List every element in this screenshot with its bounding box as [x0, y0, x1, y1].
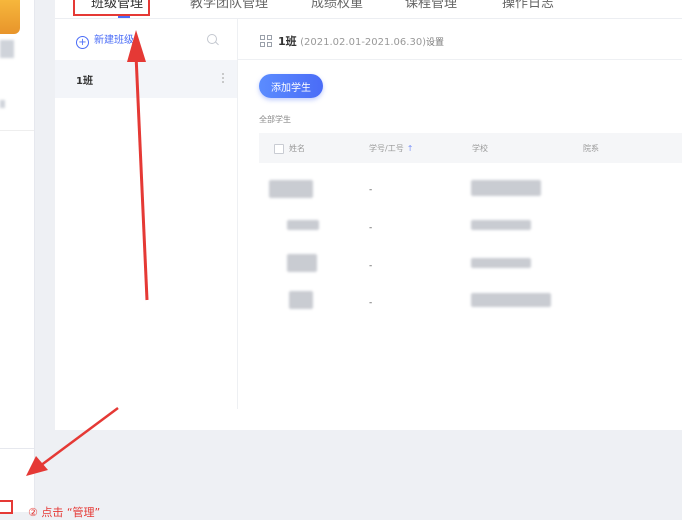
student-id-cell: - — [369, 185, 373, 195]
more-options-icon[interactable] — [222, 73, 225, 85]
course-thumbnail[interactable] — [0, 0, 20, 34]
class-icon — [260, 35, 272, 47]
annotation-text: ② 点击 “管理” — [28, 506, 101, 519]
new-class-button[interactable]: + 新建班级 — [76, 33, 134, 49]
plus-circle-icon: + — [76, 36, 89, 49]
blurred-course-meta — [0, 100, 5, 108]
blurred-school — [471, 293, 551, 307]
app-sidebar — [0, 0, 35, 514]
active-tab-indicator — [118, 16, 130, 18]
tab-highlight-box — [73, 0, 150, 16]
class-title: 1班 (2021.02.01-2021.06.30) — [278, 33, 426, 49]
sidebar-divider — [0, 130, 34, 131]
student-id-cell: - — [369, 261, 373, 271]
main-card: + 新建班级 1班 1班 (2021.02.01-2021.06.30) 设置 添… — [55, 19, 682, 430]
blurred-course-name — [0, 40, 14, 58]
class-list-panel: + 新建班级 1班 — [55, 19, 238, 409]
section-label: 全部学生 — [259, 115, 291, 124]
blurred-student-name — [269, 180, 313, 198]
blurred-school — [471, 220, 531, 230]
blurred-student-name — [287, 220, 319, 230]
column-header-id[interactable]: 学号/工号 ↑ — [369, 143, 413, 154]
sidebar-bottom-divider — [0, 448, 34, 449]
class-list-item[interactable]: 1班 — [55, 60, 237, 98]
add-student-button[interactable]: 添加学生 — [259, 74, 323, 98]
tab-bar: 班级管理 教学团队管理 成绩权重 课程管理 操作日志 — [55, 0, 682, 19]
blurred-school — [471, 258, 531, 268]
tab-operation-log[interactable]: 操作日志 — [502, 0, 554, 14]
blurred-student-name — [287, 254, 317, 272]
blurred-school — [471, 180, 541, 196]
table-row[interactable]: - — [259, 170, 682, 207]
search-icon[interactable] — [207, 34, 217, 44]
student-id-cell: - — [369, 298, 373, 308]
new-class-label: 新建班级 — [94, 35, 134, 46]
table-row[interactable]: - — [259, 208, 682, 245]
tab-course-management[interactable]: 课程管理 — [405, 0, 457, 14]
table-row[interactable]: - — [259, 283, 682, 320]
table-row[interactable]: - — [259, 246, 682, 283]
tab-grade-weights[interactable]: 成绩权重 — [311, 0, 363, 14]
student-id-cell: - — [369, 223, 373, 233]
class-date-range: (2021.02.01-2021.06.30) — [300, 37, 427, 48]
select-all-checkbox[interactable] — [274, 144, 284, 154]
column-header-school: 学校 — [472, 144, 488, 153]
column-header-department: 院系 — [583, 144, 599, 153]
table-header: 姓名 学号/工号 ↑ 学校 院系 — [259, 133, 682, 163]
header-divider — [238, 59, 682, 60]
class-name: 1班 — [278, 35, 297, 48]
sort-arrow-icon[interactable]: ↑ — [407, 144, 414, 153]
class-item-label: 1班 — [76, 76, 93, 87]
tab-teaching-team[interactable]: 教学团队管理 — [190, 0, 268, 14]
settings-link[interactable]: 设置 — [426, 35, 444, 48]
column-header-name: 姓名 — [289, 144, 305, 153]
blurred-student-name — [289, 291, 313, 309]
